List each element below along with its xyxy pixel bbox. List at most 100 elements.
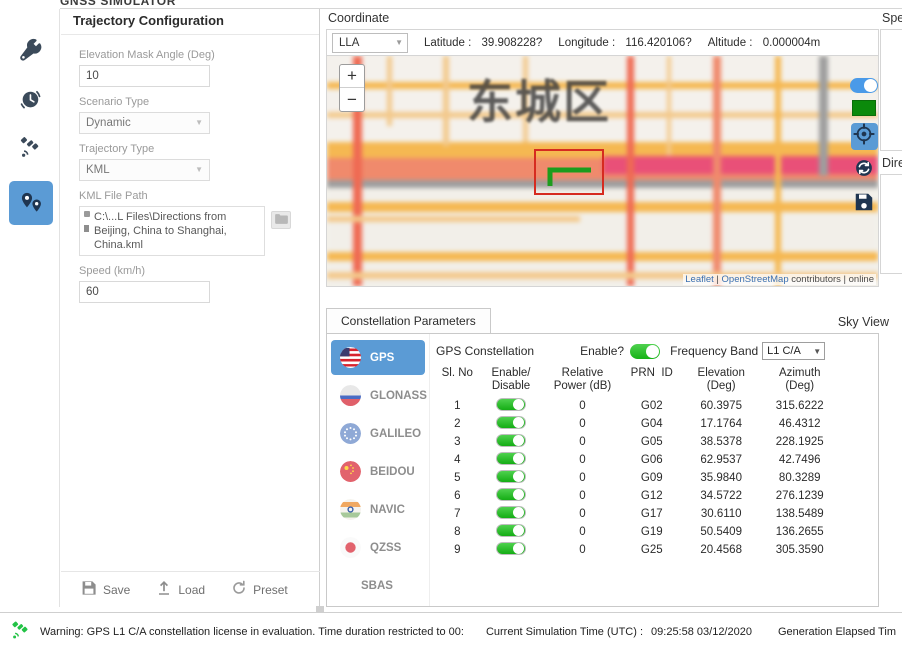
elevation-mask-input[interactable]: 10 bbox=[79, 65, 210, 87]
trajectory-config-panel: Trajectory Configuration Elevation Mask … bbox=[61, 9, 320, 607]
altitude-label: Altitude : bbox=[708, 37, 753, 49]
map-district-label: 东城区 bbox=[467, 66, 611, 132]
in-flag-icon bbox=[340, 499, 361, 520]
preset-label: Preset bbox=[253, 583, 288, 597]
row-enable-toggle[interactable] bbox=[496, 398, 526, 411]
constellation-item-navic[interactable]: NAVIC bbox=[331, 492, 425, 527]
cell-enable-toggle[interactable] bbox=[479, 469, 544, 487]
trajectory-path bbox=[547, 166, 593, 193]
load-button[interactable]: Load bbox=[156, 580, 205, 599]
zoom-in-button[interactable]: + bbox=[340, 65, 364, 88]
map-color-swatch[interactable] bbox=[852, 100, 876, 116]
browse-folder-button[interactable] bbox=[271, 211, 291, 229]
constellation-item-sbas[interactable]: SBAS bbox=[331, 568, 425, 603]
frequency-band-value: L1 C/A bbox=[767, 345, 801, 357]
rail-item-time[interactable] bbox=[9, 77, 53, 121]
cell-elevation: 38.5378 bbox=[682, 433, 760, 451]
refresh-circular-icon bbox=[231, 580, 247, 599]
speed-value-2: 20 bbox=[881, 62, 902, 84]
map-refresh-button[interactable] bbox=[851, 157, 878, 184]
zoom-out-button[interactable]: − bbox=[340, 88, 364, 111]
scenario-type-value: Dynamic bbox=[86, 113, 131, 133]
scroll-nub[interactable] bbox=[316, 606, 324, 613]
tab-constellation-parameters[interactable]: Constellation Parameters bbox=[326, 308, 491, 333]
constellation-item-gps[interactable]: GPS bbox=[331, 340, 425, 375]
map-view[interactable]: 东城区 + − Leaflet | OpenStreetMap contribu… bbox=[326, 55, 879, 287]
speed-value-1: 4 bbox=[881, 40, 902, 62]
constellation-label: NAVIC bbox=[370, 504, 405, 516]
cell-enable-toggle[interactable] bbox=[479, 541, 544, 559]
constellation-item-beidou[interactable]: BEIDOU bbox=[331, 454, 425, 489]
speed-input[interactable]: 60 bbox=[79, 281, 210, 303]
coordinate-bar: LLA ▼ Latitude : 39.908228? Longitude : … bbox=[326, 29, 879, 55]
cell-azimuth: 305.3590 bbox=[760, 541, 839, 559]
cell-azimuth: 80.3289 bbox=[760, 469, 839, 487]
scenario-type-select[interactable]: Dynamic ▼ bbox=[79, 112, 210, 134]
cell-elevation: 50.5409 bbox=[682, 523, 760, 541]
cell-elevation: 35.9840 bbox=[682, 469, 760, 487]
rail-item-satellite[interactable] bbox=[9, 125, 53, 169]
cell-relative-power: 0 bbox=[543, 487, 621, 505]
refresh-icon bbox=[853, 157, 875, 184]
latitude-readout: Latitude : 39.908228? bbox=[424, 37, 542, 49]
cell-enable-toggle[interactable] bbox=[479, 505, 544, 523]
row-enable-toggle[interactable] bbox=[496, 470, 526, 483]
row-enable-toggle[interactable] bbox=[496, 434, 526, 447]
leaflet-link[interactable]: Leaflet bbox=[685, 274, 714, 285]
cell-enable-toggle[interactable] bbox=[479, 451, 544, 469]
eu-flag-icon bbox=[340, 423, 361, 444]
constellation-label: GLONASS bbox=[370, 390, 427, 402]
frequency-band-select[interactable]: L1 C/A ▼ bbox=[762, 342, 825, 360]
cell-prn-id: G05 bbox=[622, 433, 682, 451]
row-enable-toggle[interactable] bbox=[496, 524, 526, 537]
kml-path-input[interactable]: C:\...L Files\Directions from Beijing, C… bbox=[79, 206, 265, 256]
config-footer-toolbar: Save Load Preset bbox=[61, 571, 320, 607]
map-attribution: Leaflet | OpenStreetMap contributors | o… bbox=[683, 274, 876, 285]
row-enable-toggle[interactable] bbox=[496, 542, 526, 555]
cell-azimuth: 138.5489 bbox=[760, 505, 839, 523]
col-relative-power: RelativePower (dB) bbox=[543, 366, 621, 397]
constellation-panel: Constellation Parameters Sky View bbox=[326, 308, 879, 607]
cell-enable-toggle[interactable] bbox=[479, 397, 544, 415]
rail-item-trajectory[interactable] bbox=[9, 181, 53, 225]
constellation-item-galileo[interactable]: GALILEO bbox=[331, 416, 425, 451]
constellation-label: GALILEO bbox=[370, 428, 421, 440]
elevation-mask-label: Elevation Mask Angle (Deg) bbox=[79, 49, 319, 62]
floppy-save-icon bbox=[81, 580, 97, 599]
scenario-type-label: Scenario Type bbox=[79, 96, 319, 109]
field-trajectory-type: Trajectory Type KML ▼ bbox=[79, 143, 319, 181]
map-toggle-switch[interactable] bbox=[850, 78, 878, 93]
preset-button[interactable]: Preset bbox=[231, 580, 288, 599]
trajectory-type-select[interactable]: KML ▼ bbox=[79, 159, 210, 181]
cell-azimuth: 276.1239 bbox=[760, 487, 839, 505]
crosshair-target-icon bbox=[853, 123, 875, 150]
cell-relative-power: 0 bbox=[543, 451, 621, 469]
constellation-label: QZSS bbox=[370, 542, 401, 554]
cell-sl-no: 6 bbox=[436, 487, 479, 505]
save-label: Save bbox=[103, 583, 130, 597]
clock-icon bbox=[18, 86, 44, 112]
constellation-item-glonass[interactable]: GLONASS bbox=[331, 378, 425, 413]
row-enable-toggle[interactable] bbox=[496, 416, 526, 429]
save-button[interactable]: Save bbox=[81, 580, 130, 599]
col-elevation: Elevation(Deg) bbox=[682, 366, 760, 397]
map-center-target-button[interactable] bbox=[851, 123, 878, 150]
row-enable-toggle[interactable] bbox=[496, 506, 526, 519]
map-save-button[interactable] bbox=[851, 191, 878, 218]
row-enable-toggle[interactable] bbox=[496, 488, 526, 501]
status-warning: Warning: GPS L1 C/A constellation licens… bbox=[40, 626, 464, 638]
cell-enable-toggle[interactable] bbox=[479, 487, 544, 505]
load-label: Load bbox=[178, 583, 205, 597]
cell-sl-no: 4 bbox=[436, 451, 479, 469]
cell-enable-toggle[interactable] bbox=[479, 415, 544, 433]
row-enable-toggle[interactable] bbox=[496, 452, 526, 465]
attrib-rest: contributors | online bbox=[789, 274, 874, 285]
openstreetmap-link[interactable]: OpenStreetMap bbox=[722, 274, 789, 285]
cell-enable-toggle[interactable] bbox=[479, 433, 544, 451]
constellation-enable-toggle[interactable] bbox=[630, 344, 660, 359]
cell-enable-toggle[interactable] bbox=[479, 523, 544, 541]
constellation-item-qzss[interactable]: QZSS bbox=[331, 530, 425, 565]
constellation-name: GPS Constellation bbox=[436, 344, 534, 358]
coordinate-format-select[interactable]: LLA ▼ bbox=[332, 33, 408, 53]
rail-item-settings[interactable] bbox=[9, 29, 53, 73]
